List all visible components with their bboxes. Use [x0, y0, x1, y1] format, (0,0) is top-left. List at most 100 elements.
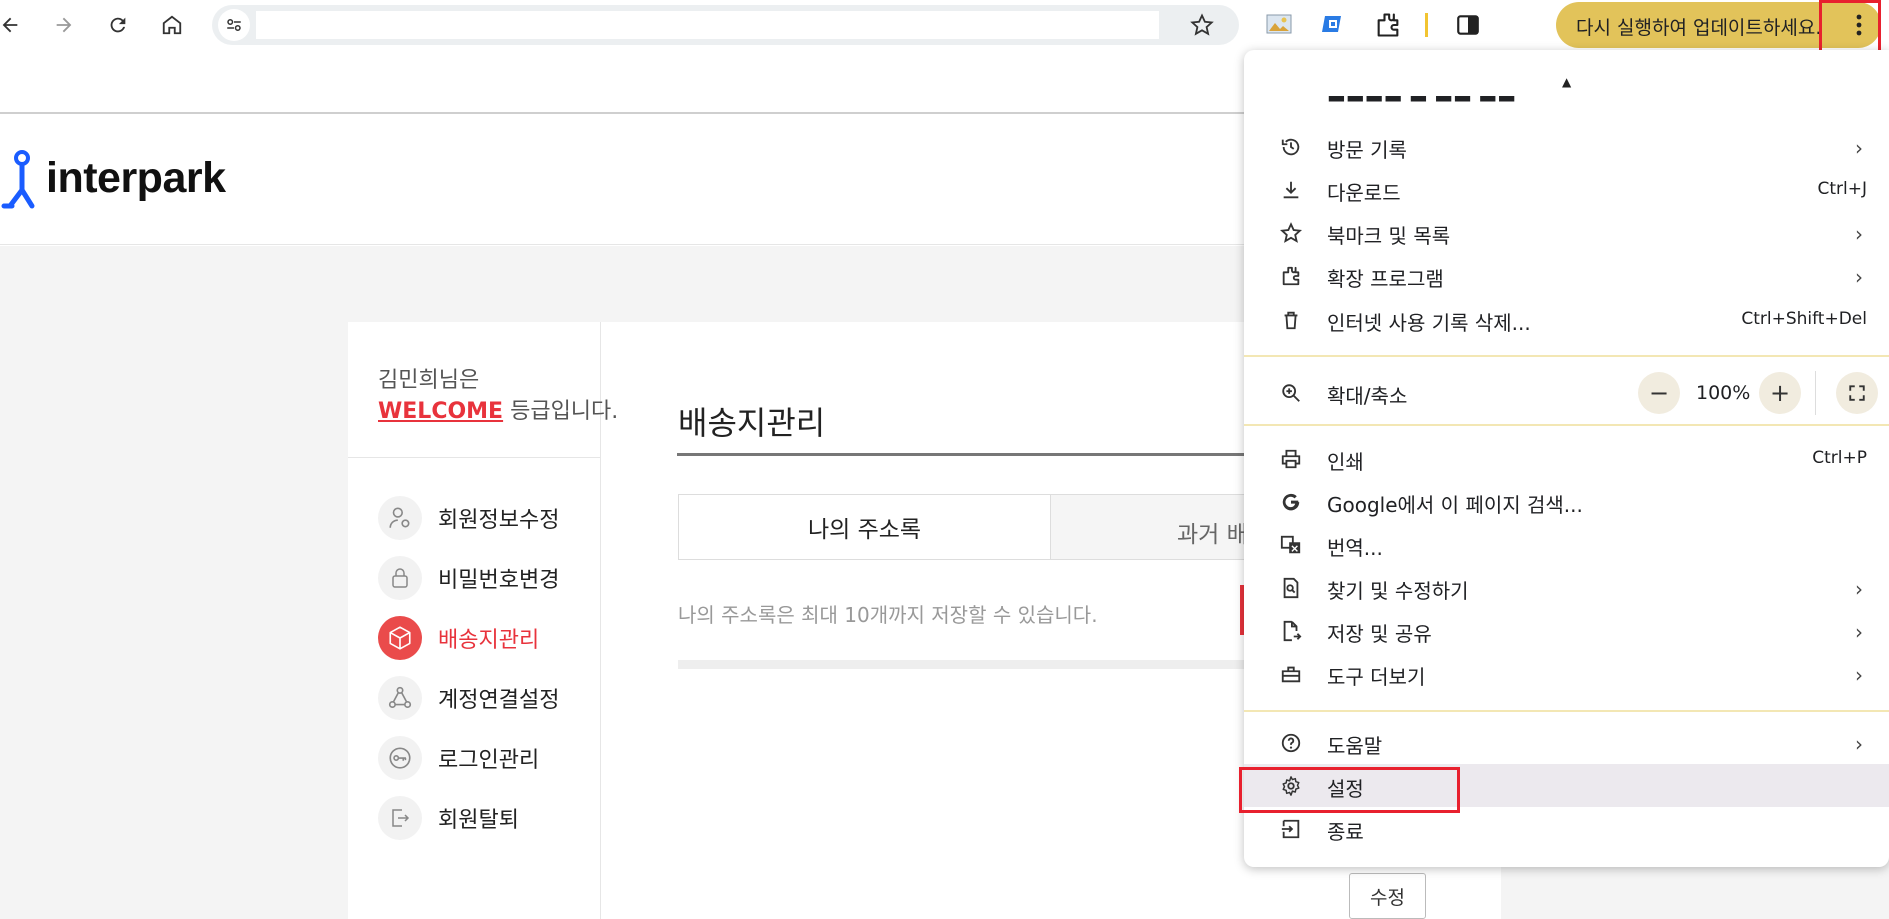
- bookmark-star-icon[interactable]: [1190, 13, 1214, 41]
- browser-toolbar: 다시 실행하여 업데이트하세요.: [0, 0, 1889, 58]
- menu-separator: [1244, 424, 1889, 426]
- menu-item-print[interactable]: 인쇄 Ctrl+P: [1244, 437, 1889, 480]
- google-icon: [1280, 491, 1302, 513]
- chevron-right-icon: ›: [1855, 136, 1863, 160]
- zoom-level: 100%: [1696, 382, 1751, 404]
- menu-item-label: 다운로드: [1327, 181, 1401, 205]
- menu-item-label: Google에서 이 페이지 검색...: [1327, 493, 1583, 517]
- menu-item-label: 도구 더보기: [1327, 665, 1426, 689]
- menu-item-label: 인쇄: [1327, 450, 1364, 474]
- lock-icon: [378, 556, 422, 600]
- menu-item-zoom: 확대/축소 − 100% +: [1244, 368, 1889, 418]
- sidebar-item-member-info[interactable]: 회원정보수정: [378, 495, 598, 541]
- menu-item-label: 확대/축소: [1327, 384, 1408, 408]
- chevron-right-icon: ›: [1855, 577, 1863, 601]
- menu-item-label: 도움말: [1327, 734, 1383, 758]
- menu-item-exit[interactable]: 종료: [1244, 807, 1889, 850]
- sidebar-item-shipping[interactable]: 배송지관리: [378, 615, 598, 661]
- menu-item-label: 확장 프로그램: [1327, 267, 1444, 291]
- print-icon: [1280, 448, 1302, 470]
- chevron-right-icon: ›: [1855, 663, 1863, 687]
- home-icon[interactable]: [154, 7, 190, 43]
- menu-item-label: 번역...: [1327, 536, 1383, 560]
- greeting-name: 김민희님은: [378, 368, 480, 393]
- save-share-icon: [1280, 620, 1302, 642]
- side-panel-icon[interactable]: [1455, 12, 1481, 42]
- download-icon: [1280, 179, 1302, 201]
- sidebar-item-login[interactable]: 로그인관리: [378, 735, 598, 781]
- sidebar-item-label: 배송지관리: [438, 628, 540, 653]
- sidebar-item-password[interactable]: 비밀번호변경: [378, 555, 598, 601]
- menu-item-shortcut: Ctrl+P: [1812, 448, 1867, 468]
- chrome-main-menu: ▲ ▬▬▬▬ ▬ ▬▬ ▬▬ 방문 기록 › 다운로드 Ctrl+J 북마크 및…: [1244, 50, 1889, 867]
- user-settings-icon: [378, 496, 422, 540]
- sidebar-item-label: 계정연결설정: [438, 688, 560, 713]
- highlight-box-settings: [1239, 767, 1460, 813]
- menu-item-extensions[interactable]: 확장 프로그램 ›: [1244, 254, 1889, 297]
- address-bar[interactable]: [212, 5, 1239, 45]
- menu-item-label: 찾기 및 수정하기: [1327, 579, 1469, 603]
- puzzle-icon: [1280, 265, 1302, 287]
- zoom-out-button[interactable]: −: [1638, 372, 1680, 414]
- menu-item-label: 저장 및 공유: [1327, 622, 1432, 646]
- scroll-up-icon[interactable]: ▲: [1562, 75, 1571, 89]
- menu-item-bookmarks[interactable]: 북마크 및 목록 ›: [1244, 211, 1889, 254]
- chevron-right-icon: ›: [1855, 620, 1863, 644]
- extension-translate-icon[interactable]: [1320, 12, 1346, 40]
- menu-item-save-share[interactable]: 저장 및 공유 ›: [1244, 609, 1889, 652]
- extension-image-icon[interactable]: [1266, 13, 1292, 39]
- exit-icon: [378, 796, 422, 840]
- logo-text: interpark: [46, 154, 226, 202]
- menu-item-help[interactable]: 도움말 ›: [1244, 721, 1889, 764]
- sidebar-item-withdraw[interactable]: 회원탈퇴: [378, 795, 598, 841]
- menu-item-label: 인터넷 사용 기록 삭제...: [1327, 311, 1531, 335]
- help-icon: [1280, 732, 1302, 754]
- toolbox-icon: [1280, 663, 1302, 685]
- menu-item-clear-history[interactable]: 인터넷 사용 기록 삭제... Ctrl+Shift+Del: [1244, 298, 1889, 341]
- zoom-icon: [1280, 382, 1302, 404]
- grade-badge[interactable]: WELCOME: [378, 399, 503, 424]
- menu-item-google-search[interactable]: Google에서 이 페이지 검색...: [1244, 480, 1889, 523]
- box-icon: [378, 616, 422, 660]
- sidebar-item-label: 비밀번호변경: [438, 568, 560, 593]
- interpark-logo[interactable]: [0, 150, 44, 214]
- toolbar-divider: [1425, 13, 1428, 37]
- tab-label: 과거 배: [1177, 522, 1248, 548]
- grade-suffix: 등급입니다.: [503, 399, 619, 424]
- fullscreen-button[interactable]: [1836, 372, 1878, 414]
- edit-button-label: 수정: [1370, 886, 1405, 909]
- url-input[interactable]: [256, 11, 1159, 39]
- sidebar-item-account-link[interactable]: 계정연결설정: [378, 675, 598, 721]
- menu-item-shortcut: Ctrl+J: [1817, 179, 1867, 199]
- clipped-menu-row[interactable]: ▬▬▬▬ ▬ ▬▬ ▬▬: [1244, 96, 1889, 110]
- forward-icon[interactable]: [46, 7, 82, 43]
- menu-separator: [1244, 355, 1889, 357]
- extensions-puzzle-icon[interactable]: [1374, 11, 1402, 43]
- page-title: 배송지관리: [678, 404, 826, 442]
- menu-item-downloads[interactable]: 다운로드 Ctrl+J: [1244, 168, 1889, 211]
- chevron-right-icon: ›: [1855, 732, 1863, 756]
- menu-item-label: 북마크 및 목록: [1327, 224, 1451, 248]
- chevron-right-icon: ›: [1855, 222, 1863, 246]
- tune-icon[interactable]: [218, 9, 250, 41]
- reload-icon[interactable]: [100, 7, 136, 43]
- edit-button[interactable]: 수정: [1349, 873, 1426, 919]
- menu-separator: [1244, 710, 1889, 712]
- menu-item-more-tools[interactable]: 도구 더보기 ›: [1244, 652, 1889, 695]
- zoom-in-button[interactable]: +: [1759, 372, 1801, 414]
- menu-item-history[interactable]: 방문 기록 ›: [1244, 125, 1889, 168]
- star-icon: [1280, 222, 1302, 244]
- menu-item-translate[interactable]: 번역...: [1244, 523, 1889, 566]
- zoom-in-label: +: [1769, 379, 1791, 407]
- find-icon: [1280, 577, 1302, 599]
- link-nodes-icon: [378, 676, 422, 720]
- greeting-grade: WELCOME 등급입니다.: [378, 393, 618, 425]
- address-limit-notice: 나의 주소록은 최대 10개까지 저장할 수 있습니다.: [678, 603, 1098, 627]
- tab-my-addresses[interactable]: 나의 주소록: [678, 494, 1051, 560]
- back-icon[interactable]: [0, 7, 28, 43]
- sidebar-item-label: 로그인관리: [438, 748, 540, 773]
- tab-label: 나의 주소록: [807, 517, 922, 543]
- menu-item-find-edit[interactable]: 찾기 및 수정하기 ›: [1244, 566, 1889, 609]
- fullscreen-icon: [1849, 385, 1865, 401]
- trash-icon: [1280, 309, 1302, 331]
